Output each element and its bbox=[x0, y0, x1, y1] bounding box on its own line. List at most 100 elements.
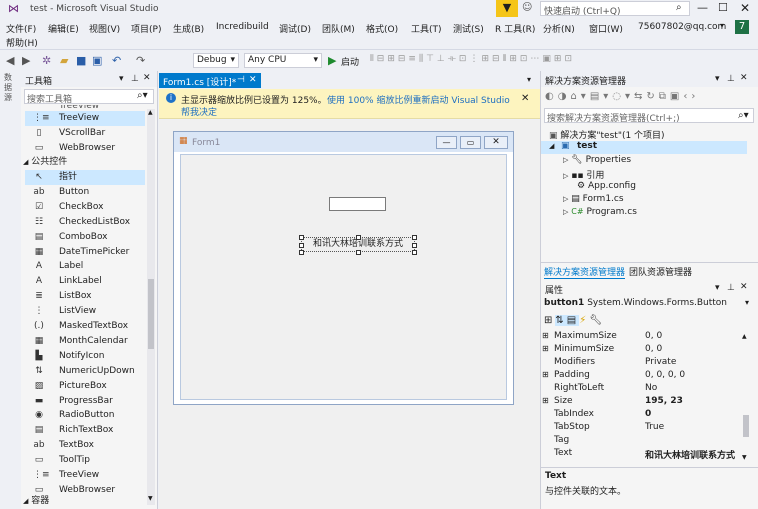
tree-node-app-config[interactable]: ⚙︎ App.config bbox=[577, 181, 636, 191]
feedback-icon[interactable]: ☺ bbox=[522, 3, 532, 13]
toolbox-item[interactable]: ▭ WebBrowser bbox=[25, 141, 145, 156]
menu-team[interactable]: 团队(M) bbox=[322, 22, 355, 35]
toolbox-item[interactable]: ⋮≡ TreeView bbox=[25, 468, 145, 483]
property-scrollbar[interactable]: ▲ ▼ bbox=[742, 333, 750, 463]
property-row[interactable]: ⊞ MinimumSize 0, 0 bbox=[541, 344, 746, 357]
pin-tab-icon[interactable]: ⊣ bbox=[237, 75, 245, 85]
toolbox-scrollbar[interactable]: ▲ ▼ bbox=[147, 109, 155, 505]
property-value[interactable]: 和讯大林培训联系方式 bbox=[645, 448, 735, 461]
property-value[interactable]: 0, 0 bbox=[645, 331, 662, 341]
toolbox-menu-icon[interactable]: ▾ bbox=[119, 74, 124, 84]
toolbox-item[interactable]: ab TextBox bbox=[25, 438, 145, 453]
menu-build[interactable]: 生成(B) bbox=[173, 22, 204, 35]
categorized-icon[interactable]: ⊞ bbox=[544, 315, 555, 326]
tab-team-explorer[interactable]: 团队资源管理器 bbox=[629, 265, 692, 278]
data-sources-tab[interactable]: 数据源 bbox=[4, 73, 16, 103]
tab-solution-explorer[interactable]: 解决方案资源管理器 bbox=[544, 265, 626, 279]
scroll-up-icon[interactable]: ▲ bbox=[148, 109, 153, 116]
toolbox-group-common[interactable]: ◢ 公共控件 bbox=[23, 155, 143, 170]
tree-node-form1[interactable]: ▷ ▤ Form1.cs bbox=[563, 194, 624, 204]
menu-project[interactable]: 项目(P) bbox=[131, 22, 161, 35]
resize-handle[interactable] bbox=[356, 250, 361, 255]
scroll-thumb[interactable] bbox=[148, 279, 154, 349]
expand-icon[interactable]: ⊞ bbox=[542, 370, 549, 379]
resize-handle[interactable] bbox=[299, 250, 304, 255]
quick-launch-box[interactable]: 快速启动 (Ctrl+Q) ⌕ bbox=[540, 1, 690, 17]
property-value[interactable]: 195, 23 bbox=[645, 396, 683, 406]
close-icon[interactable]: ✕ bbox=[740, 2, 750, 14]
maximize-icon[interactable]: ☐ bbox=[718, 2, 728, 13]
pin-icon[interactable]: ⊥ bbox=[131, 74, 139, 84]
tree-node-properties[interactable]: ▷ 🔧︎ Properties bbox=[563, 155, 631, 165]
resize-handle[interactable] bbox=[412, 235, 417, 240]
toolbox-item[interactable]: ≣ ListBox bbox=[25, 289, 145, 304]
toolbox-item[interactable]: A LinkLabel bbox=[25, 274, 145, 289]
expand-icon[interactable]: ⊞ bbox=[542, 396, 549, 405]
open-file-icon[interactable]: ▰ bbox=[60, 54, 68, 67]
scroll-down-icon[interactable]: ▼ bbox=[148, 495, 153, 502]
toolbox-item[interactable]: ◉ RadioButton bbox=[25, 408, 145, 423]
expand-icon[interactable]: ⊞ bbox=[542, 344, 549, 353]
platform-select[interactable]: Any CPU ▾ bbox=[244, 53, 322, 68]
close-tab-icon[interactable]: ✕ bbox=[249, 75, 257, 85]
solution-search-box[interactable]: 搜索解决方案资源管理器(Ctrl+;) ⌕▾ bbox=[544, 108, 754, 124]
toolbox-item[interactable]: ▤ ComboBox bbox=[25, 230, 145, 245]
menu-r-tools[interactable]: R 工具(R) bbox=[495, 22, 535, 35]
property-row[interactable]: RightToLeft No bbox=[541, 383, 746, 396]
expand-icon[interactable]: ⊞ bbox=[542, 331, 549, 340]
menu-debug[interactable]: 调试(D) bbox=[279, 22, 311, 35]
menu-view[interactable]: 视图(V) bbox=[89, 22, 120, 35]
scroll-down-icon[interactable]: ▼ bbox=[742, 454, 747, 461]
account-name[interactable]: 75607802@qq.com bbox=[638, 22, 726, 32]
form1-client-area[interactable]: 和讯大林培训联系方式 bbox=[180, 154, 507, 400]
toolbox-item[interactable]: ⋮≡ TreeView bbox=[25, 111, 145, 126]
menu-edit[interactable]: 编辑(E) bbox=[48, 22, 79, 35]
restart-100-link[interactable]: 使用 100% 缩放比例重新启动 Visual Studio bbox=[327, 93, 510, 106]
toolbox-item[interactable]: ▙ NotifyIcon bbox=[25, 349, 145, 364]
events-icon[interactable]: ⚡︎ bbox=[579, 315, 589, 326]
scroll-up-icon[interactable]: ▲ bbox=[742, 333, 747, 340]
property-row[interactable]: TabStop True bbox=[541, 422, 746, 435]
resize-handle[interactable] bbox=[412, 250, 417, 255]
panel-menu-icon[interactable]: ▾ bbox=[715, 74, 720, 84]
tab-form1-design[interactable]: Form1.cs [设计]* ⊣ ✕ bbox=[159, 73, 261, 88]
new-project-icon[interactable]: ✲ bbox=[42, 54, 51, 67]
toolbox-item[interactable]: ▦ MonthCalendar bbox=[25, 334, 145, 349]
save-icon[interactable]: ■ bbox=[76, 54, 86, 67]
tree-node-program[interactable]: ▷ C# Program.cs bbox=[563, 207, 637, 217]
toolbox-close-icon[interactable]: ✕ bbox=[143, 73, 151, 83]
save-all-icon[interactable]: ▣ bbox=[92, 54, 102, 67]
toolbox-item[interactable]: ab Button bbox=[25, 185, 145, 200]
property-row[interactable]: Tag bbox=[541, 435, 746, 448]
property-value[interactable]: 0 bbox=[645, 409, 651, 419]
toolbox-item[interactable]: ↖ 指针 bbox=[25, 170, 145, 185]
scroll-thumb[interactable] bbox=[743, 415, 749, 437]
redo-icon[interactable]: ↷ bbox=[136, 54, 145, 67]
property-row[interactable]: Modifiers Private bbox=[541, 357, 746, 370]
property-value[interactable]: 0, 0, 0, 0 bbox=[645, 370, 685, 380]
property-pages-icon[interactable]: 🔧︎ bbox=[589, 315, 605, 326]
form-maximize-icon[interactable]: ▭ bbox=[460, 136, 481, 149]
button1[interactable]: 和讯大林培训联系方式 bbox=[299, 235, 417, 255]
form1-window[interactable]: ▦ Form1 — ▭ ✕ 和讯大林培训联系方式 bbox=[173, 131, 514, 405]
toolbox-item[interactable]: ▨ PictureBox bbox=[25, 379, 145, 394]
notification-badge[interactable]: 7 bbox=[735, 20, 749, 34]
toolbox-item[interactable]: A Label bbox=[25, 259, 145, 274]
resize-handle[interactable] bbox=[356, 235, 361, 240]
resize-handle[interactable] bbox=[299, 243, 304, 248]
textbox1[interactable] bbox=[329, 197, 386, 211]
pin-icon[interactable]: ⊥ bbox=[727, 283, 735, 293]
toolbox-item[interactable]: ▦ DateTimePicker bbox=[25, 245, 145, 260]
property-row[interactable]: ⊞ MaximumSize 0, 0 bbox=[541, 331, 746, 344]
toolbox-item[interactable]: ▭ ToolTip bbox=[25, 453, 145, 468]
panel-menu-icon[interactable]: ▾ bbox=[715, 283, 720, 293]
form-close-icon[interactable]: ✕ bbox=[484, 136, 508, 149]
info-close-icon[interactable]: ✕ bbox=[521, 93, 529, 104]
menu-tools[interactable]: 工具(T) bbox=[411, 22, 442, 35]
property-value[interactable]: Private bbox=[645, 357, 676, 367]
toolbox-item[interactable]: (.) MaskedTextBox bbox=[25, 319, 145, 334]
toolbox-item[interactable]: ▤ RichTextBox bbox=[25, 423, 145, 438]
property-value[interactable]: True bbox=[645, 422, 664, 432]
menu-file[interactable]: 文件(F) bbox=[6, 22, 36, 35]
configuration-select[interactable]: Debug ▾ bbox=[193, 53, 239, 68]
